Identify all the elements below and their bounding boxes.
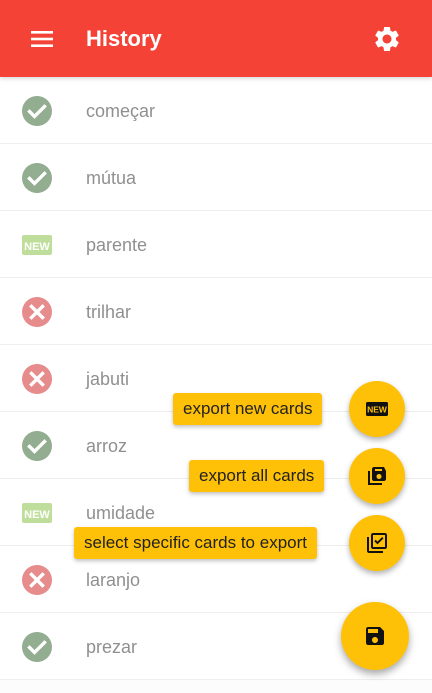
status-indicator — [21, 430, 53, 462]
new-badge-icon: NEW — [22, 235, 52, 255]
app-bar: History — [0, 0, 432, 77]
history-word: laranjo — [86, 570, 141, 590]
history-row[interactable]: trilhar — [0, 278, 432, 345]
history-row[interactable]: NEW parente — [0, 211, 432, 278]
new-badge-icon: NEW — [22, 503, 52, 523]
cancel-circle-icon — [22, 297, 52, 327]
new-icon: NEW — [366, 402, 388, 416]
svg-text:NEW: NEW — [367, 405, 388, 415]
select-multiple-icon — [367, 533, 387, 553]
svg-text:NEW: NEW — [24, 509, 50, 521]
check-circle-icon — [22, 96, 52, 126]
export-new-cards-label[interactable]: export new cards — [173, 393, 323, 425]
svg-text:NEW: NEW — [24, 241, 50, 253]
export-fab[interactable] — [341, 602, 409, 670]
status-indicator: NEW — [21, 229, 53, 261]
history-row[interactable]: mútua — [0, 144, 432, 211]
history-word: umidade — [86, 503, 156, 523]
history-word: prezar — [86, 637, 138, 657]
select-specific-cards-label[interactable]: select specific cards to export — [74, 527, 317, 559]
export-all-cards-button[interactable] — [349, 448, 405, 504]
cancel-circle-icon — [22, 364, 52, 394]
history-word: arroz — [86, 436, 128, 456]
history-list: começar mútua NEW parente trilhar jabuti arroz… — [0, 77, 432, 680]
history-row[interactable]: começar — [0, 77, 432, 144]
status-indicator — [21, 296, 53, 328]
check-circle-icon — [22, 431, 52, 461]
status-indicator — [21, 564, 53, 596]
status-indicator — [21, 95, 53, 127]
history-word: parente — [86, 235, 148, 255]
status-indicator — [21, 363, 53, 395]
gear-icon — [375, 26, 399, 51]
history-word: mútua — [86, 168, 137, 188]
status-indicator — [21, 162, 53, 194]
check-circle-icon — [22, 632, 52, 662]
export-all-cards-label[interactable]: export all cards — [189, 460, 325, 492]
cancel-circle-icon — [22, 565, 52, 595]
status-indicator — [21, 631, 53, 663]
page-title: History — [86, 26, 162, 51]
history-word: começar — [86, 101, 156, 121]
menu-icon — [31, 31, 53, 47]
history-word: trilhar — [86, 302, 132, 322]
settings-button[interactable] — [372, 24, 402, 54]
history-word: jabuti — [86, 369, 130, 389]
export-new-cards-button[interactable]: NEW — [349, 381, 405, 437]
check-circle-icon — [22, 163, 52, 193]
save-icon — [366, 627, 384, 645]
menu-button[interactable] — [27, 26, 57, 52]
select-specific-cards-button[interactable] — [349, 515, 405, 571]
status-indicator: NEW — [21, 497, 53, 529]
save-multiple-icon — [368, 467, 386, 485]
